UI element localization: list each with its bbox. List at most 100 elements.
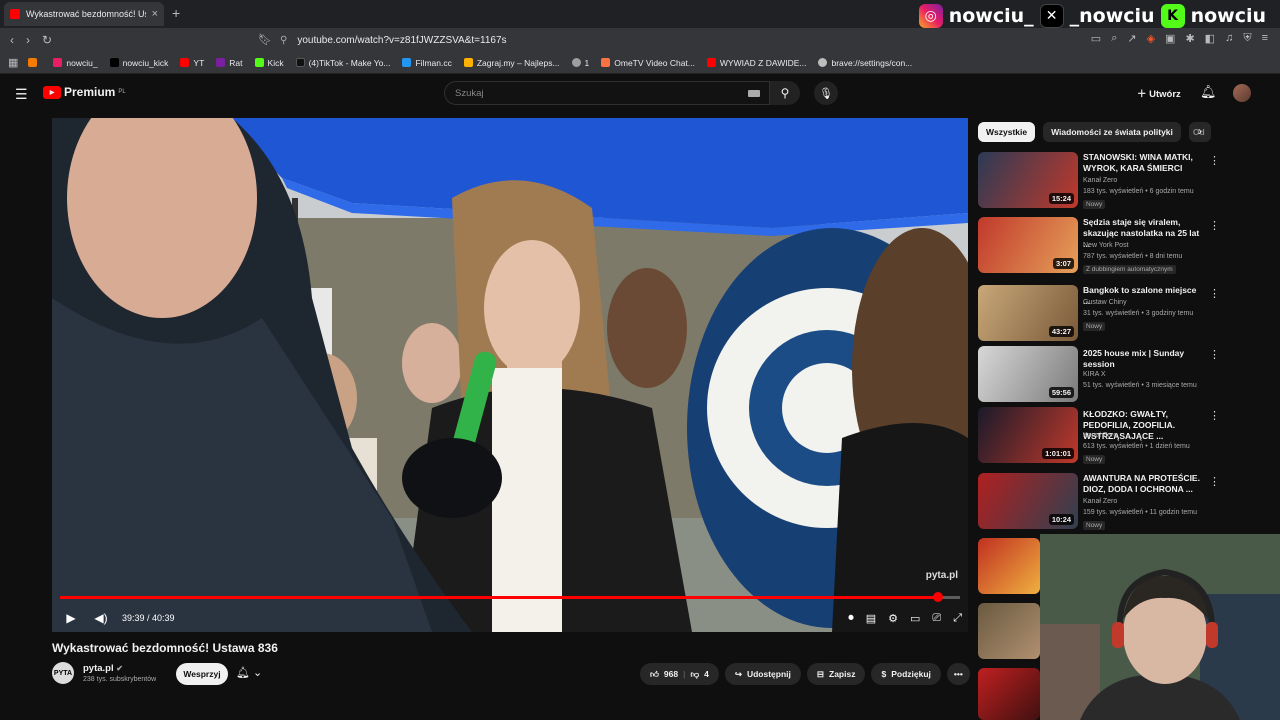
search-input[interactable]: Szukaj — [444, 81, 770, 105]
video-thumbnail[interactable]: 15:24 — [978, 152, 1078, 208]
more-vert-icon[interactable]: ⋮ — [1209, 348, 1220, 361]
recommendation-item[interactable]: 1:01:01 KŁODZKO: GWAŁTY, PEDOFILIA, ZOOF… — [978, 407, 1268, 464]
like-button[interactable]: 👍︎ 968 | 👎︎ 4 — [640, 663, 719, 685]
progress-scrubber[interactable] — [932, 592, 943, 602]
video-thumbnail[interactable]: 43:27 — [978, 285, 1078, 341]
recommendation-item[interactable]: 3:07 Sędzia staje się viralem, skazując … — [978, 217, 1268, 274]
bookmark-item[interactable]: nowciu_kick — [109, 58, 168, 68]
player-controls: ▶ ◀) 39:39 / 40:39 ⏺ ▤ ⚙ ▭ ⎚ ⤢ — [52, 604, 968, 632]
back-icon[interactable]: ‹ — [10, 33, 14, 47]
miniplayer-icon[interactable]: ▭ — [910, 612, 920, 625]
search-button[interactable]: ⚲ — [770, 81, 800, 105]
thanks-button[interactable]: $ Podziękuj — [871, 663, 941, 685]
support-button[interactable]: Wesprzyj — [176, 663, 228, 685]
more-vert-icon[interactable]: ⋮ — [1209, 154, 1220, 167]
autoplay-toggle-icon[interactable]: ⏺ — [848, 612, 854, 625]
recommendation-channel[interactable]: KIRA X — [1083, 371, 1106, 378]
progress-bar[interactable] — [60, 592, 960, 602]
bookmark-page-icon[interactable]: 🔖︎ — [258, 33, 272, 46]
fullscreen-icon[interactable]: ⤢ — [953, 612, 962, 625]
play-icon[interactable]: ▶ — [56, 611, 86, 625]
bookmark-item[interactable] — [28, 58, 41, 67]
bookmark-item[interactable]: brave://settings/con... — [818, 58, 912, 68]
channel-avatar[interactable]: PYTA — [52, 662, 74, 684]
video-thumbnail[interactable]: 1:01:01 — [978, 407, 1078, 463]
recommendation-item[interactable]: 59:56 2025 house mix | Sunday session KI… — [978, 346, 1268, 402]
recommendation-title[interactable]: STANOWSKI: WINA MATKI, WYROK, KARA ŚMIER… — [1083, 152, 1203, 174]
recommendation-item[interactable]: 10:24 AWANTURA NA PROTEŚCIE. DIOZ, DODA … — [978, 473, 1268, 530]
bookmark-item[interactable]: Rat — [216, 58, 243, 68]
cast-icon[interactable]: ⎚ — [932, 612, 941, 625]
subtitles-icon[interactable]: ▤ — [866, 612, 876, 625]
youtube-premium-logo[interactable]: ▶ Premium PL — [43, 85, 126, 99]
recommendation-meta: 31 tys. wyświetleń • 3 godziny temu — [1083, 310, 1194, 317]
browser-tab[interactable]: Wykastrować bezdomność! Ustawa 836 - You… — [4, 2, 164, 26]
recommendation-item[interactable]: 15:24 STANOWSKI: WINA MATKI, WYROK, KARA… — [978, 152, 1268, 209]
save-button[interactable]: ⊟ Zapisz — [806, 663, 866, 685]
brave-shield-icon[interactable]: ◈ — [1147, 32, 1155, 45]
bookmark-item[interactable]: Kick — [254, 58, 284, 68]
bookmark-item[interactable]: nowciu_ — [53, 58, 98, 68]
notifications-bell-icon[interactable]: 🔔︎ — [1200, 84, 1217, 100]
recommendation-title[interactable]: AWANTURA NA PROTEŚCIE. DIOZ, DODA I OCHR… — [1083, 473, 1203, 495]
keyboard-icon[interactable] — [748, 90, 760, 97]
wallet-icon[interactable]: ▣ — [1165, 32, 1175, 45]
recommendation-channel[interactable]: Kanał Zero — [1083, 498, 1117, 505]
extensions-icon[interactable]: ✱ — [1185, 32, 1194, 45]
forward-icon[interactable]: › — [26, 33, 30, 47]
bookmark-item[interactable]: YT — [180, 58, 204, 68]
more-vert-icon[interactable]: ⋮ — [1209, 287, 1220, 300]
bookmark-item[interactable]: OmeTV Video Chat... — [601, 58, 695, 68]
new-tab-button[interactable]: + — [172, 5, 180, 21]
chip-all[interactable]: Wszystkie — [978, 122, 1036, 142]
site-info-icon[interactable]: ⚲ — [280, 35, 287, 46]
reload-icon[interactable]: ↻ — [42, 33, 52, 47]
bookmark-item[interactable]: (4)TikTok - Make Yo... — [295, 58, 390, 68]
chip-politics[interactable]: Wiadomości ze świata polityki — [1043, 122, 1181, 142]
recommendation-title[interactable]: 2025 house mix | Sunday session — [1083, 348, 1203, 370]
apps-grid-icon[interactable]: ▦ — [8, 56, 18, 69]
bookmark-item[interactable]: Zagraj.my – Najleps... — [463, 58, 560, 68]
recommendation-channel[interactable]: Kanał Zero — [1083, 177, 1117, 184]
video-thumbnail[interactable] — [978, 668, 1040, 720]
new-badge: Nowy — [1083, 200, 1106, 209]
video-thumbnail[interactable] — [978, 538, 1040, 594]
media-icon[interactable]: ♫ — [1225, 32, 1233, 45]
recommendation-channel[interactable]: New York Post — [1083, 242, 1129, 249]
voice-search-button[interactable]: 🎙︎ — [814, 81, 838, 105]
sidebar-toggle-icon[interactable]: ◧ — [1205, 32, 1215, 45]
cast-icon[interactable]: ▭ — [1091, 32, 1101, 45]
recommendation-channel[interactable]: Kanał Zero — [1083, 432, 1117, 439]
share-button[interactable]: ↪ Udostępnij — [724, 663, 801, 685]
address-bar[interactable]: ⚲ youtube.com/watch?v=z81fJWZZSVA&t=1167… — [280, 30, 1000, 50]
video-player[interactable]: pyta.pl ▶ ◀) 39:39 / 40:39 ⏺ ▤ ⚙ ▭ ⎚ ⤢ — [52, 118, 968, 632]
create-button[interactable]: ＋ Utwórz — [1137, 86, 1181, 100]
video-thumbnail[interactable]: 3:07 — [978, 217, 1078, 273]
channel-name[interactable]: pyta.pl ✔ — [83, 663, 123, 674]
more-vert-icon[interactable]: ⋮ — [1209, 475, 1220, 488]
close-tab-icon[interactable]: × — [152, 8, 158, 20]
share-icon[interactable]: ↗ — [1127, 32, 1136, 45]
settings-gear-icon[interactable]: ⚙ — [888, 612, 898, 625]
video-thumbnail[interactable]: 59:56 — [978, 346, 1078, 402]
bookmark-item[interactable]: Filman.cc — [402, 58, 452, 68]
account-avatar[interactable] — [1233, 84, 1251, 102]
video-thumbnail[interactable] — [978, 603, 1040, 659]
recommendation-item[interactable]: 43:27 Bangkok to szalone miejsce ... Gus… — [978, 285, 1268, 341]
more-vert-icon[interactable]: ⋮ — [1209, 219, 1220, 232]
recommendation-channel[interactable]: Gustaw Chiny — [1083, 299, 1127, 306]
menu-icon[interactable]: ≡ — [1262, 32, 1268, 45]
bookmark-item[interactable]: 1 — [571, 58, 589, 68]
bookmark-item[interactable]: WYWIAD Z DAWIDE... — [706, 58, 806, 68]
bookmark-icon — [28, 58, 38, 67]
more-actions-button[interactable]: ••• — [946, 663, 970, 685]
more-vert-icon[interactable]: ⋮ — [1209, 409, 1220, 422]
video-thumbnail[interactable]: 10:24 — [978, 473, 1078, 529]
hamburger-menu-icon[interactable]: ☰ — [15, 86, 28, 103]
chevron-right-icon[interactable]: › — [1198, 124, 1202, 138]
subscription-bell-icon[interactable]: 🔔︎ ⌄ — [236, 666, 262, 679]
zoom-icon[interactable]: ⌕ — [1111, 32, 1117, 45]
thumbs-down-icon[interactable]: 👎︎ — [690, 669, 699, 680]
vpn-icon[interactable]: ⛨ — [1243, 32, 1251, 45]
volume-icon[interactable]: ◀) — [86, 611, 116, 625]
